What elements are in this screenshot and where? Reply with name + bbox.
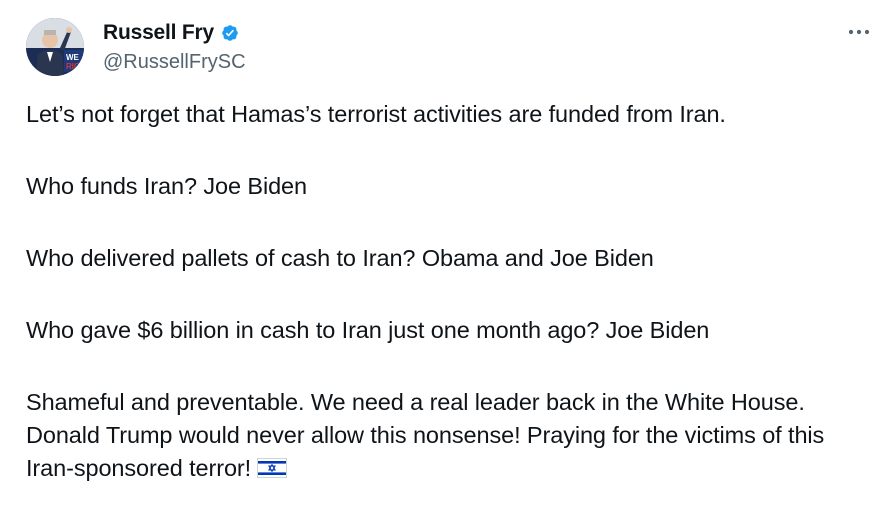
- israel-flag-icon: [257, 454, 288, 478]
- more-dots-icon: [848, 29, 870, 35]
- verified-badge-icon[interactable]: [219, 22, 241, 44]
- tweet-paragraph: Who delivered pallets of cash to Iran? O…: [26, 245, 654, 271]
- tweet-paragraph: Who gave $6 billion in cash to Iran just…: [26, 317, 710, 343]
- tweet-paragraph: Who funds Iran? Joe Biden: [26, 173, 307, 199]
- avatar-sign-text-2: RIC: [66, 62, 80, 71]
- author-handle[interactable]: @RussellFrySC: [103, 49, 246, 75]
- tweet-card: WE RIC Russell Fry @RussellFrySC Let’s n…: [0, 0, 891, 508]
- more-options-button[interactable]: [845, 22, 873, 42]
- tweet-paragraph-text: Shameful and preventable. We need a real…: [26, 389, 825, 481]
- tweet-paragraph: Let’s not forget that Hamas’s terrorist …: [26, 101, 726, 127]
- avatar-sign-text-1: WE: [66, 53, 80, 62]
- author-name-row: Russell Fry: [103, 19, 241, 47]
- author-display-name[interactable]: Russell Fry: [103, 19, 214, 47]
- avatar[interactable]: WE RIC: [26, 18, 84, 76]
- avatar-image: WE RIC: [26, 18, 84, 76]
- tweet-text: Let’s not forget that Hamas’s terrorist …: [26, 98, 876, 485]
- tweet-paragraph-last: Shameful and preventable. We need a real…: [26, 386, 876, 485]
